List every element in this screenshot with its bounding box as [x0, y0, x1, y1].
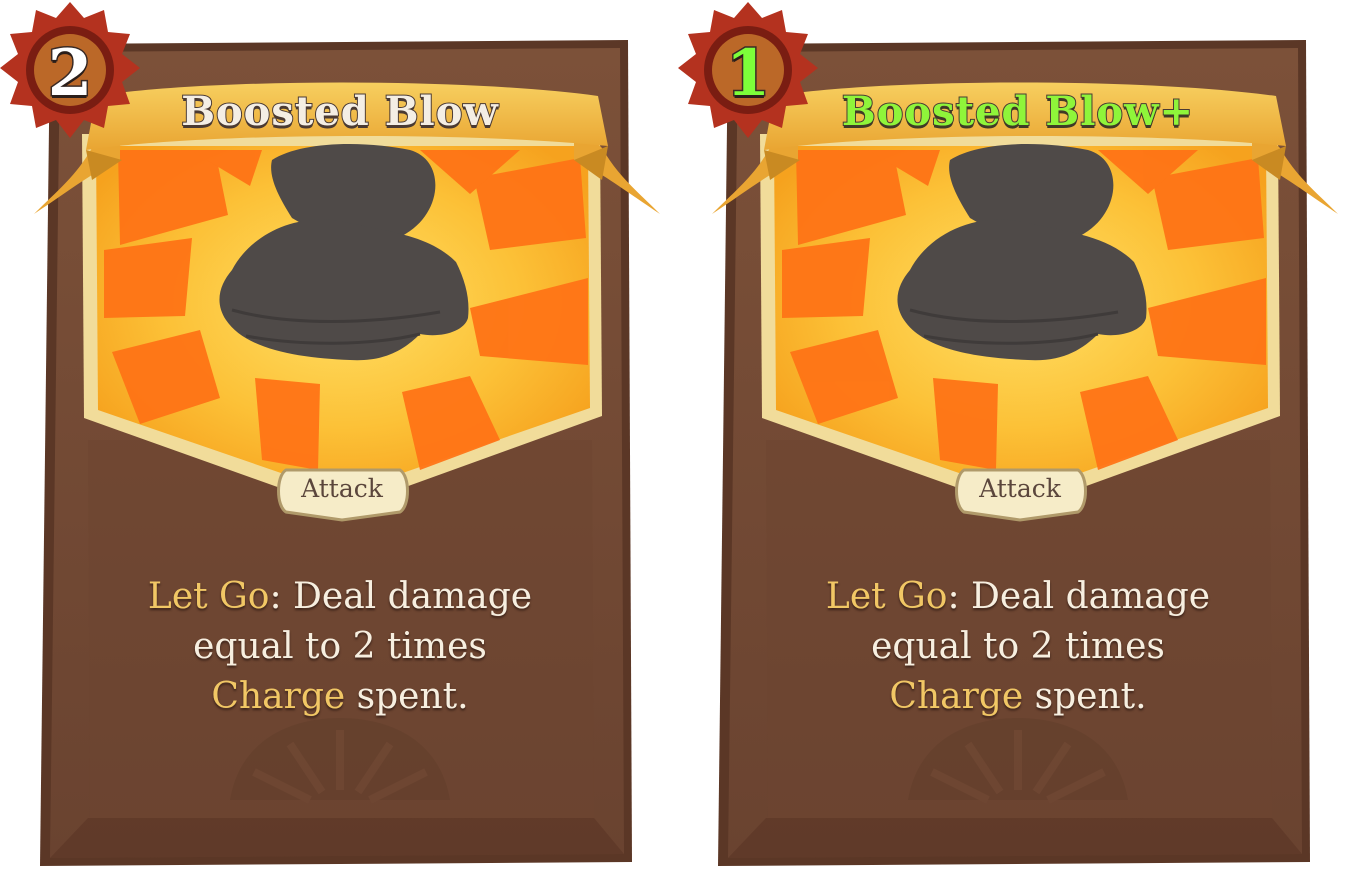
- card-description: Let Go: Deal damage equal to 2 times Cha…: [90, 572, 590, 722]
- card-title: Boosted Blow: [180, 87, 499, 136]
- cost-value: 2: [46, 35, 94, 113]
- desc-line-1: Let Go: Deal damage: [768, 572, 1268, 622]
- card-title: Boosted Blow+: [841, 87, 1195, 136]
- keyword-charge: Charge: [889, 676, 1024, 717]
- desc-text-1: : Deal damage: [947, 576, 1211, 617]
- card-description: Let Go: Deal damage equal to 2 times Cha…: [768, 572, 1268, 722]
- keyword-charge: Charge: [211, 676, 346, 717]
- desc-text-3: spent.: [1023, 676, 1147, 717]
- desc-text-1: : Deal damage: [269, 576, 533, 617]
- desc-line-1: Let Go: Deal damage: [90, 572, 590, 622]
- cost-value: 1: [724, 35, 772, 113]
- keyword-let-go: Let Go: [825, 576, 948, 617]
- desc-text-3: spent.: [345, 676, 469, 717]
- desc-line-2: equal to 2 times: [193, 626, 487, 667]
- desc-line-2: equal to 2 times: [871, 626, 1165, 667]
- desc-line-3: Charge spent.: [768, 672, 1268, 722]
- keyword-let-go: Let Go: [147, 576, 270, 617]
- desc-line-3: Charge spent.: [90, 672, 590, 722]
- card-type-label: Attack: [301, 474, 383, 503]
- card-type-label: Attack: [979, 474, 1061, 503]
- card-boosted-blow[interactable]: 2 Boosted Blow Attack Let Go: Deal damag…: [0, 0, 680, 874]
- card-boosted-blow-plus[interactable]: 1 Boosted Blow+ Attack Let Go: Deal dama…: [678, 0, 1356, 874]
